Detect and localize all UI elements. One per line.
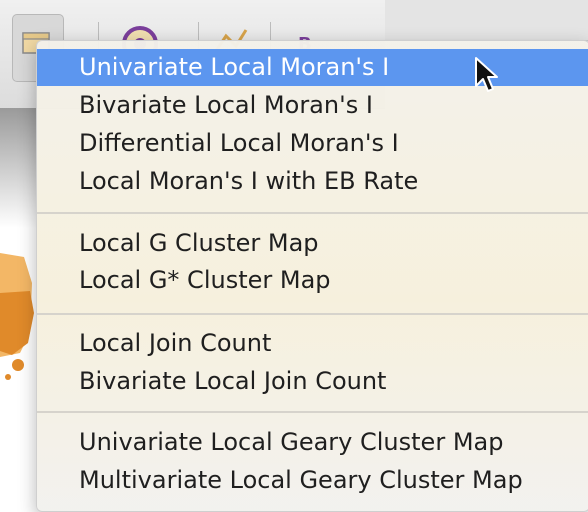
menu-item-multivariate-local-geary[interactable]: Multivariate Local Geary Cluster Map [37, 462, 588, 499]
map-shadow [0, 108, 36, 228]
menu-separator [37, 212, 588, 214]
context-menu: Univariate Local Moran's I Bivariate Loc… [36, 40, 588, 512]
menu-item-local-morans-i-eb-rate[interactable]: Local Moran's I with EB Rate [37, 163, 588, 200]
menu-item-differential-local-morans-i[interactable]: Differential Local Moran's I [37, 125, 588, 162]
menu-item-label: Local G Cluster Map [79, 229, 319, 257]
menu-item-bivariate-local-morans-i[interactable]: Bivariate Local Moran's I [37, 87, 588, 124]
menu-item-univariate-local-geary[interactable]: Univariate Local Geary Cluster Map [37, 424, 588, 461]
menu-item-label: Local Moran's I with EB Rate [79, 167, 419, 195]
menu-item-local-g-star-cluster-map[interactable]: Local G* Cluster Map [37, 262, 588, 299]
mouse-cursor-icon [475, 57, 498, 92]
menu-item-local-g-cluster-map[interactable]: Local G Cluster Map [37, 225, 588, 262]
menu-item-label: Univariate Local Geary Cluster Map [79, 428, 504, 456]
map-canvas[interactable] [0, 108, 36, 502]
menu-item-label: Local Join Count [79, 329, 272, 357]
menu-item-label: Univariate Local Moran's I [79, 53, 390, 81]
menu-item-local-join-count[interactable]: Local Join Count [37, 325, 588, 362]
menu-item-univariate-local-morans-i[interactable]: Univariate Local Moran's I [37, 49, 588, 86]
menu-item-label: Bivariate Local Moran's I [79, 91, 373, 119]
map-polygons [0, 253, 34, 380]
menu-item-label: Differential Local Moran's I [79, 129, 399, 157]
toolbar-right-edge [385, 0, 588, 41]
menu-item-label: Bivariate Local Join Count [79, 367, 387, 395]
menu-item-bivariate-local-join-count[interactable]: Bivariate Local Join Count [37, 363, 588, 400]
menu-separator [37, 411, 588, 413]
menu-item-label: Multivariate Local Geary Cluster Map [79, 466, 523, 494]
menu-item-label: Local G* Cluster Map [79, 266, 331, 294]
menu-separator [37, 313, 588, 315]
